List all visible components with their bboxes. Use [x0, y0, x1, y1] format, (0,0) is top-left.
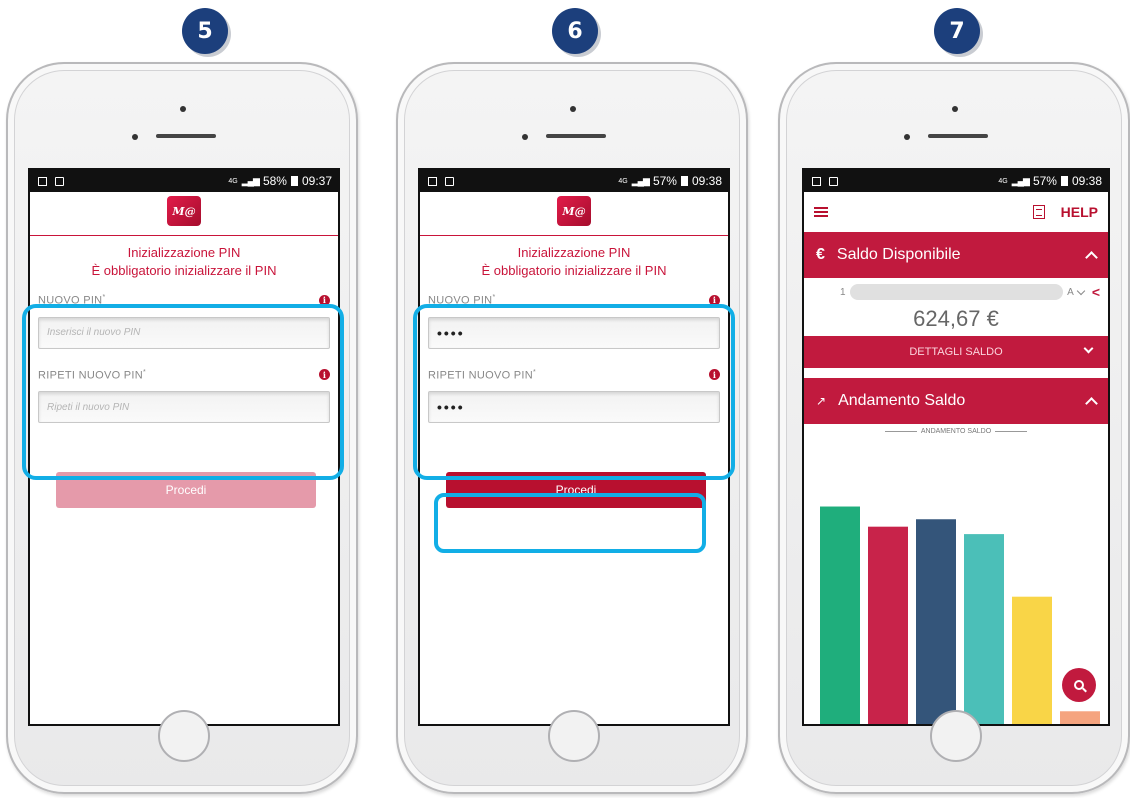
help-button[interactable]: HELP [1061, 204, 1098, 220]
euro-icon: € [816, 246, 825, 263]
chart-bar-1 [820, 506, 860, 724]
speaker-grille [928, 134, 988, 138]
saldo-panel-header[interactable]: € Saldo Disponibile [804, 232, 1108, 278]
app-logo: M@ [167, 196, 201, 226]
chart-bar-6 [1060, 711, 1100, 724]
speaker-grille [546, 134, 606, 138]
dettagli-saldo-label: DETTAGLI SALDO [909, 346, 1003, 358]
home-button[interactable] [158, 710, 210, 762]
clock: 09:38 [1071, 174, 1102, 188]
chart-bar-2 [868, 526, 908, 724]
chart-bar-5 [1012, 596, 1052, 724]
account-suffix: A [1067, 286, 1074, 298]
home-button[interactable] [548, 710, 600, 762]
chevron-down-icon[interactable] [1076, 286, 1086, 295]
search-icon [1074, 680, 1084, 690]
camera-dot [904, 134, 910, 140]
page-subtitle: È obbligatorio inizializzare il PIN [481, 263, 667, 278]
menu-icon[interactable] [814, 207, 828, 217]
battery-percent: 58% [262, 174, 287, 188]
andamento-title: Andamento Saldo [838, 392, 966, 409]
search-fab[interactable] [1062, 668, 1096, 702]
trend-icon: ↗ [816, 394, 827, 408]
speaker-dot [180, 106, 186, 112]
highlight-box-fields [413, 304, 735, 480]
page-title: Inizializzazione PIN [517, 245, 631, 260]
speaker-grille [156, 134, 216, 138]
signal-icon: ▂▄▆ [631, 175, 650, 186]
screenshot-icon [38, 176, 47, 186]
phone-frame-7: 4G ▂▄▆ 57% 09:38 HELP € Saldo Disponibil… [778, 62, 1130, 794]
signal-icon: ▂▄▆ [1011, 175, 1030, 186]
battery-percent: 57% [1032, 174, 1057, 188]
network-type: 4G [998, 177, 1008, 185]
battery-icon [680, 176, 688, 186]
app-toolbar: HELP [804, 192, 1108, 232]
status-bar: 4G ▂▄▆ 57% 09:38 [804, 170, 1108, 192]
step-badge-7: 7 [934, 8, 980, 54]
network-type: 4G [228, 177, 238, 185]
saldo-title: Saldo Disponibile [836, 246, 961, 263]
chevron-up-icon[interactable] [1085, 396, 1098, 410]
share-icon[interactable]: < [1092, 284, 1100, 300]
app-logo: M@ [557, 196, 591, 226]
page-subtitle: È obbligatorio inizializzare il PIN [91, 263, 277, 278]
app-header: M@ [420, 192, 728, 236]
camera-dot [132, 134, 138, 140]
status-bar: 4G ▂▄▆ 58% 09:37 [30, 170, 338, 192]
screenshot-icon [812, 176, 821, 186]
step-badge-6: 6 [552, 8, 598, 54]
account-prefix: 1 [840, 286, 846, 298]
chart-bar-3 [916, 519, 956, 724]
chevron-up-icon[interactable] [1085, 250, 1098, 264]
account-number-redacted [849, 284, 1064, 300]
mail-icon [829, 176, 838, 186]
signal-icon: ▂▄▆ [241, 175, 260, 186]
highlight-box-fields [22, 304, 344, 480]
battery-icon [1060, 176, 1068, 186]
balance-amount: 624,67 € [913, 306, 999, 331]
mail-icon [55, 176, 64, 186]
page-title: Inizializzazione PIN [127, 245, 241, 260]
screenshot-icon [428, 176, 437, 186]
speaker-dot [570, 106, 576, 112]
chart-bar-4 [964, 534, 1004, 724]
speaker-dot [952, 106, 958, 112]
highlight-box-button [434, 493, 706, 553]
account-selector[interactable]: 1 A < [804, 278, 1108, 306]
step-badge-5: 5 [182, 8, 228, 54]
battery-percent: 57% [652, 174, 677, 188]
chevron-down-icon [1083, 343, 1094, 354]
battery-icon [290, 176, 298, 186]
andamento-panel-header[interactable]: ↗ Andamento Saldo [804, 378, 1108, 424]
document-icon[interactable] [1032, 205, 1045, 219]
app-header: M@ [30, 192, 338, 236]
status-bar: 4G ▂▄▆ 57% 09:38 [420, 170, 728, 192]
dettagli-saldo-button[interactable]: DETTAGLI SALDO [804, 336, 1108, 368]
network-type: 4G [618, 177, 628, 185]
clock: 09:37 [301, 174, 332, 188]
chart-title: ANDAMENTO SALDO [804, 428, 1108, 435]
mail-icon [445, 176, 454, 186]
clock: 09:38 [691, 174, 722, 188]
home-button[interactable] [930, 710, 982, 762]
screen-7: 4G ▂▄▆ 57% 09:38 HELP € Saldo Disponibil… [802, 168, 1110, 726]
camera-dot [522, 134, 528, 140]
